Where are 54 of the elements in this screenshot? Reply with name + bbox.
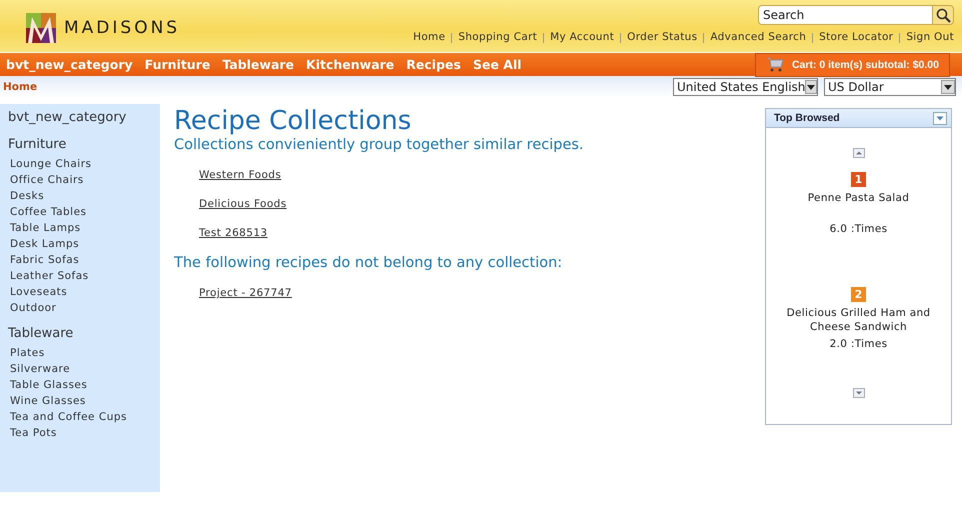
view-count: 6.0 :Times	[830, 223, 888, 235]
breadcrumb-link[interactable]: Home	[3, 81, 38, 93]
sidebar-item[interactable]: Fabric Sofas	[10, 254, 160, 266]
sidebar-item[interactable]: Tea Pots	[10, 427, 160, 439]
category-heading[interactable]: Furniture	[8, 137, 160, 152]
recipe-link[interactable]: Project - 267747	[199, 287, 292, 299]
header-link[interactable]: Home	[413, 31, 446, 43]
rank-badge: 1	[851, 172, 866, 187]
view-count: 2.0 :Times	[830, 338, 888, 350]
header-link[interactable]: Shopping Cart	[458, 31, 538, 43]
sidebar-item[interactable]: Tea and Coffee Cups	[10, 411, 160, 423]
header-link[interactable]: Order Status	[627, 31, 698, 43]
page-title: Recipe Collections	[174, 106, 412, 136]
panel-title: Top Browsed	[774, 112, 840, 124]
sidebar-item[interactable]: Table Glasses	[10, 379, 160, 391]
sidebar-item[interactable]: Desk Lamps	[10, 238, 160, 250]
search-icon	[936, 8, 950, 22]
header-link[interactable]: Sign Out	[906, 31, 954, 43]
sidebar-item[interactable]: Silverware	[10, 363, 160, 375]
sidebar-item[interactable]: Wine Glasses	[10, 395, 160, 407]
logo-text: MADISONS	[64, 18, 180, 38]
recipe-name[interactable]: Penne Pasta Salad	[784, 191, 934, 205]
sidebar-item[interactable]: Loveseats	[10, 286, 160, 298]
recipe-name[interactable]: Delicious Grilled Ham and Cheese Sandwich	[784, 306, 934, 334]
sidebar-item[interactable]: Desks	[10, 190, 160, 202]
dropdown-icon[interactable]	[933, 112, 947, 124]
header-link[interactable]: My Account	[550, 31, 614, 43]
currency-select[interactable]: US Dollar	[824, 78, 956, 96]
sidebar-item[interactable]: Plates	[10, 347, 160, 359]
collection-link[interactable]: Western Foods	[199, 169, 282, 181]
collection-link[interactable]: Test 268513	[199, 227, 268, 239]
header-link[interactable]: Store Locator	[819, 31, 894, 43]
sidebar-item[interactable]: Coffee Tables	[10, 206, 160, 218]
cart-icon	[766, 57, 784, 72]
sidebar-item[interactable]: Lounge Chairs	[10, 158, 160, 170]
sidebar-item[interactable]: Table Lamps	[10, 222, 160, 234]
dropdown-arrow-icon	[944, 84, 952, 90]
rank-badge: 2	[851, 287, 866, 302]
category-heading[interactable]: Tableware	[8, 326, 160, 341]
collection-link[interactable]: Delicious Foods	[199, 198, 287, 210]
sidebar-item[interactable]: Leather Sofas	[10, 270, 160, 282]
logo-icon[interactable]	[26, 13, 56, 43]
search-field[interactable]: Search	[758, 5, 932, 25]
header-link[interactable]: Advanced Search	[710, 31, 806, 43]
page-subtitle: Collections convieniently group together similar recipes.	[174, 137, 585, 153]
section-heading: The following recipes do not belong to any collection:	[174, 255, 564, 271]
dropdown-arrow-icon	[807, 84, 816, 90]
sidebar-item[interactable]: Outdoor	[10, 302, 160, 314]
scroll-down-icon[interactable]	[852, 388, 864, 398]
sidebar-item[interactable]: Office Chairs	[10, 174, 160, 186]
language-select[interactable]: United States English	[673, 78, 818, 96]
search-button[interactable]	[932, 5, 954, 25]
category-heading[interactable]: bvt_new_category	[8, 110, 160, 125]
scroll-up-icon[interactable]	[852, 148, 864, 158]
